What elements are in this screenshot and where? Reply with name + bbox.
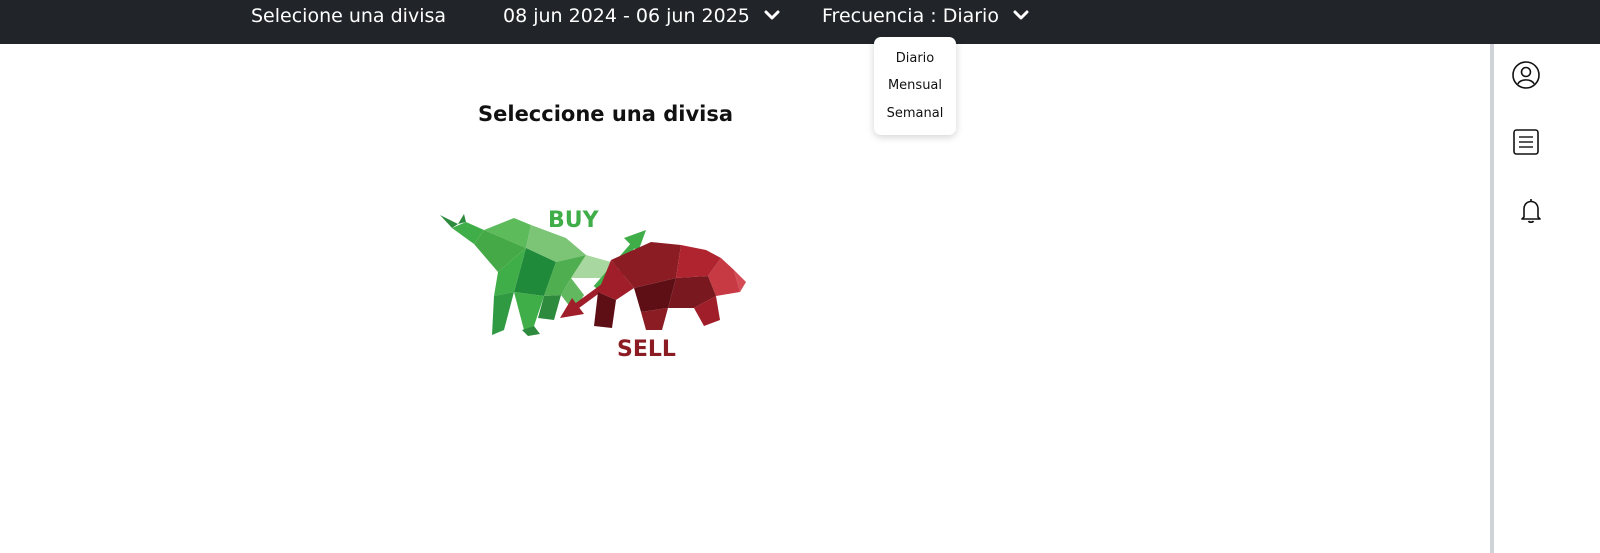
currency-select[interactable]: Selecione una divisa [251,0,446,33]
bull-bear-illustration: BUY SELL [436,200,746,365]
page-title: Seleccione una divisa [478,102,734,126]
sell-text: SELL [617,337,676,362]
currency-select-label: Selecione una divisa [251,5,447,27]
chevron-down-icon [764,10,780,19]
frequency-option-diario[interactable]: Diario [874,49,956,69]
frequency-dropdown-menu: Diario Mensual Semanal [874,37,956,135]
list-icon[interactable] [1511,127,1541,157]
buy-text: BUY [548,208,600,233]
frequency-option-semanal[interactable]: Semanal [874,104,956,124]
bear-image [594,242,746,330]
user-circle-icon[interactable] [1511,60,1541,90]
bell-icon[interactable] [1516,196,1546,226]
date-range-select[interactable]: 08 jun 2024 - 06 jun 2025 [503,0,780,33]
frequency-label: Frecuencia : Diario [822,5,999,27]
frequency-select[interactable]: Frecuencia : Diario [822,0,1029,33]
frequency-option-mensual[interactable]: Mensual [874,76,956,96]
date-range-label: 08 jun 2024 - 06 jun 2025 [503,5,750,27]
chevron-down-icon [1013,10,1029,19]
top-navbar: Selecione una divisa 08 jun 2024 - 06 ju… [0,0,1600,44]
right-sidebar [1490,44,1600,553]
